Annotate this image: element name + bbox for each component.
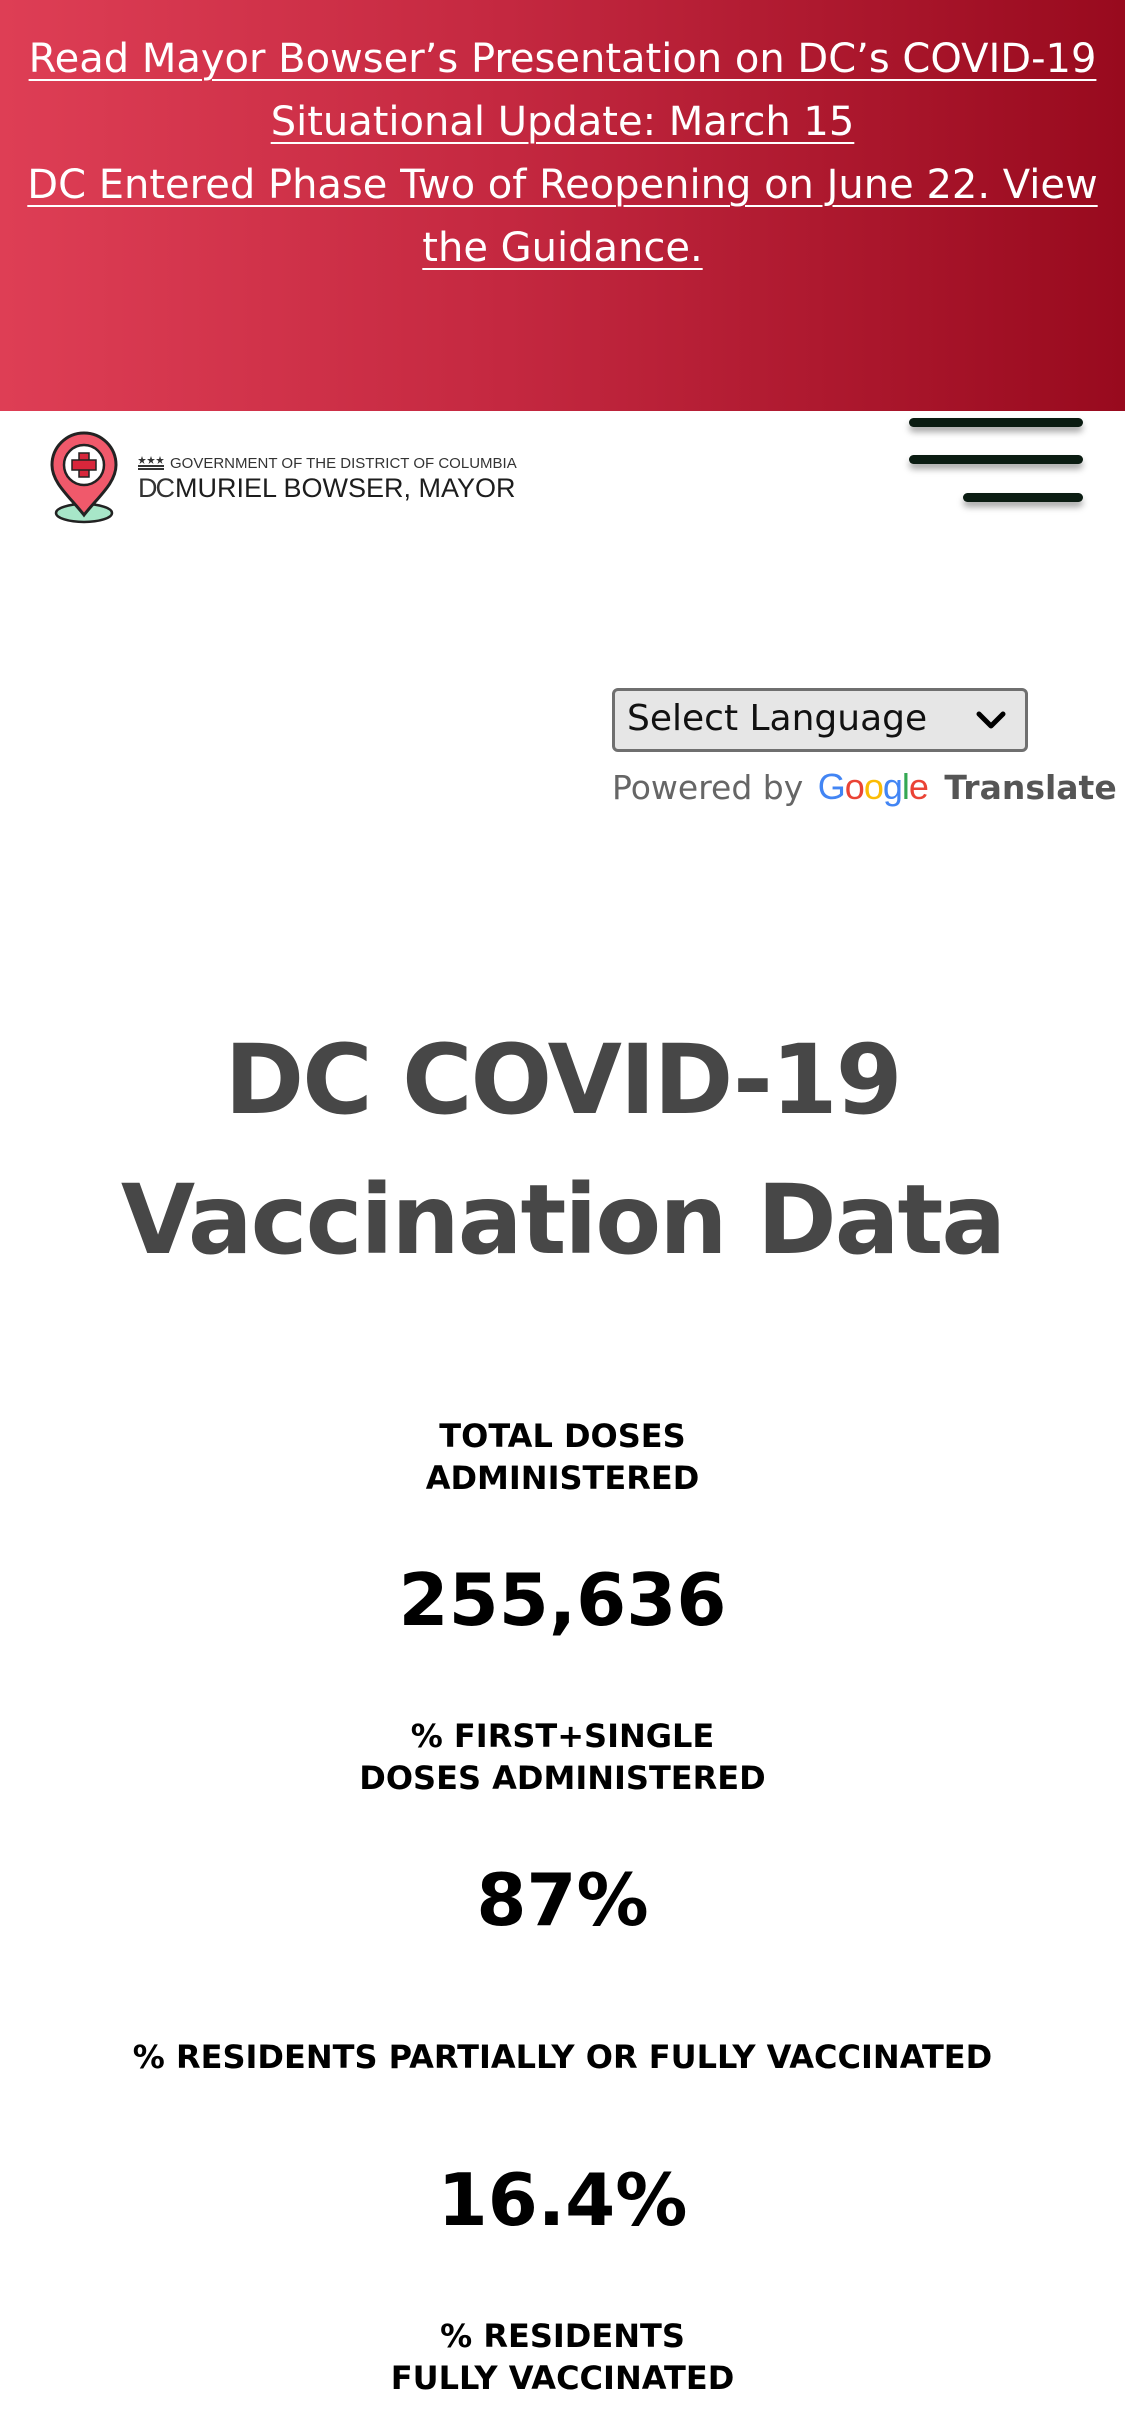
page-title: DC COVID-19 Vaccination Data	[0, 1010, 1125, 1290]
powered-by-google-translate: Powered by Google Translate	[612, 766, 1117, 808]
hamburger-bar-middle	[909, 455, 1083, 464]
total-doses-label-line-1: TOTAL DOSES	[439, 1417, 686, 1455]
page-title-line-2: Vaccination Data	[120, 1164, 1006, 1276]
medical-cross-pin-icon[interactable]	[48, 431, 120, 525]
residents-fully-vaccinated-label-line-2: FULLY VACCINATED	[390, 2359, 735, 2397]
first-single-doses-label-line-1: % FIRST+SINGLE	[410, 1717, 715, 1755]
hamburger-menu-icon	[909, 418, 1083, 427]
dc-monogram: DC	[138, 473, 175, 503]
total-doses-label-line-2: ADMINISTERED	[425, 1459, 700, 1497]
first-single-doses-label: % FIRST+SINGLE DOSES ADMINISTERED	[0, 1715, 1125, 1799]
phase-two-guidance-link[interactable]: DC Entered Phase Two of Reopening on Jun…	[0, 154, 1125, 280]
mayor-logo-text[interactable]: DCMURIEL BOWSER, MAYOR	[138, 473, 516, 504]
residents-partially-or-fully-label: % RESIDENTS PARTIALLY OR FULLY VACCINATE…	[0, 2036, 1125, 2078]
language-select-value: Select Language	[627, 698, 928, 739]
total-doses-label: TOTAL DOSES ADMINISTERED	[0, 1415, 1125, 1499]
hamburger-menu-button[interactable]	[905, 411, 1085, 521]
residents-fully-vaccinated-label-line-1: % RESIDENTS	[440, 2317, 685, 2355]
dc-flag-icon	[138, 456, 164, 470]
first-single-doses-value: 87%	[476, 1858, 649, 1942]
residents-partially-or-fully-value: 16.4%	[437, 2158, 688, 2242]
government-of-dc-label: GOVERNMENT OF THE DISTRICT OF COLUMBIA	[138, 455, 517, 472]
residents-fully-vaccinated-label: % RESIDENTS FULLY VACCINATED	[0, 2315, 1125, 2399]
first-single-doses-label-line-2: DOSES ADMINISTERED	[359, 1759, 766, 1797]
chevron-down-icon	[976, 711, 1006, 729]
language-select[interactable]: Select Language	[612, 688, 1028, 752]
google-translate-widget: Select Language Powered by Google Transl…	[612, 688, 1117, 808]
residents-partially-or-fully-label-line-1: % RESIDENTS PARTIALLY OR FULLY VACCINATE…	[132, 2038, 993, 2076]
alert-banner: Read Mayor Bowser’s Presentation on DC’s…	[0, 0, 1125, 411]
government-label-text: GOVERNMENT OF THE DISTRICT OF COLUMBIA	[170, 455, 517, 472]
presentation-link[interactable]: Read Mayor Bowser’s Presentation on DC’s…	[0, 28, 1125, 154]
google-logo: Google	[817, 766, 929, 807]
hamburger-bar-bottom	[963, 493, 1083, 502]
mayor-name: MURIEL BOWSER, MAYOR	[175, 473, 516, 503]
page-title-line-1: DC COVID-19	[224, 1024, 903, 1136]
powered-by-label: Powered by	[612, 768, 804, 807]
total-doses-value: 255,636	[398, 1558, 727, 1642]
translate-link[interactable]: Translate	[944, 768, 1116, 807]
site-header: GOVERNMENT OF THE DISTRICT OF COLUMBIA D…	[0, 411, 1125, 561]
